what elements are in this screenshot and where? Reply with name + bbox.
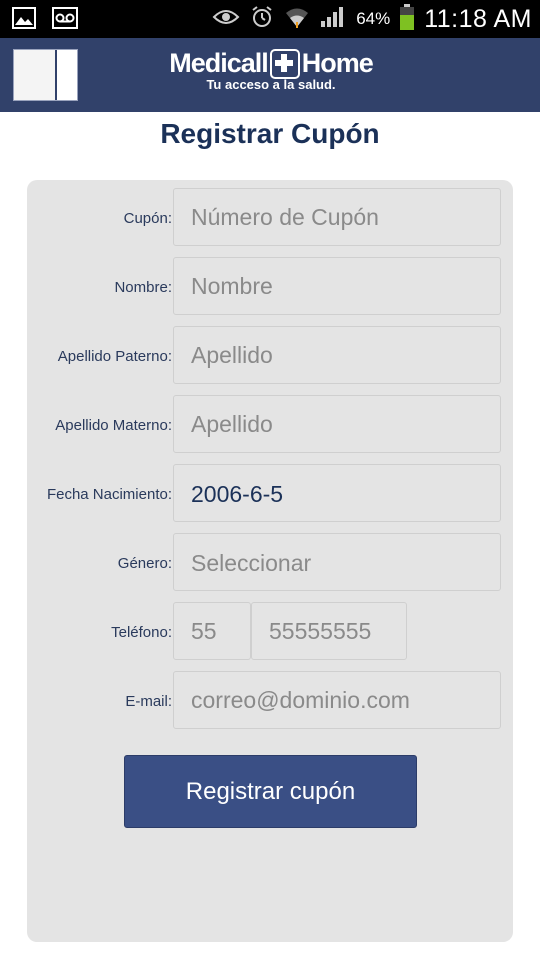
voicemail-icon xyxy=(52,7,78,34)
gender-select[interactable]: Seleccionar xyxy=(173,533,501,591)
status-bar: 64% 11:18 AM xyxy=(0,0,540,38)
coupon-form: Cupón: Nombre: Apellido Paterno: Apellid… xyxy=(27,180,513,942)
battery-percent: 64% xyxy=(356,9,391,28)
medical-cross-icon xyxy=(269,48,300,79)
signal-icon xyxy=(320,5,346,34)
email-label: E-mail: xyxy=(125,693,172,710)
phone-row: Teléfono: xyxy=(27,602,513,664)
phone-number-input[interactable] xyxy=(251,602,407,660)
medicall-home-logo: Medicall Home Tu acceso a la salud. xyxy=(160,48,382,104)
paternal-surname-input[interactable] xyxy=(173,326,501,384)
clock: 11:18 AM xyxy=(424,4,532,33)
email-input[interactable] xyxy=(173,671,501,729)
birth-date-picker[interactable]: 2006-6-5 xyxy=(173,464,501,522)
maternal-surname-row: Apellido Materno: xyxy=(27,395,513,457)
eye-icon xyxy=(212,7,240,32)
gender-label: Género: xyxy=(117,555,172,572)
coupon-input[interactable] xyxy=(173,188,501,246)
logo-text-right: Home xyxy=(301,48,374,78)
first-name-row: Nombre: xyxy=(27,257,513,319)
coupon-row: Cupón: xyxy=(27,188,513,250)
gallery-notification-icon xyxy=(12,7,36,34)
app-header: Medicall Home Tu acceso a la salud. xyxy=(0,38,540,112)
paternal-surname-row: Apellido Paterno: xyxy=(27,326,513,388)
logo-text-left: Medicall xyxy=(169,48,269,78)
logo-tagline: Tu acceso a la salud. xyxy=(206,77,336,92)
gender-row: Género: Seleccionar xyxy=(27,533,513,595)
first-name-label: Nombre: xyxy=(114,279,172,296)
menu-icon xyxy=(55,50,77,100)
phone-label: Teléfono: xyxy=(111,624,172,641)
wifi-icon xyxy=(284,5,310,34)
email-row: E-mail: xyxy=(27,671,513,733)
first-name-input[interactable] xyxy=(173,257,501,315)
birth-date-label: Fecha Nacimiento: xyxy=(46,486,172,503)
menu-button[interactable] xyxy=(13,49,78,101)
page-title: Registrar Cupón xyxy=(160,118,380,149)
maternal-surname-input[interactable] xyxy=(173,395,501,453)
battery-icon xyxy=(400,3,415,35)
maternal-surname-label: Apellido Materno: xyxy=(55,417,172,434)
paternal-surname-label: Apellido Paterno: xyxy=(57,348,172,365)
register-coupon-button[interactable]: Registrar cupón xyxy=(124,755,417,828)
coupon-label: Cupón: xyxy=(123,210,172,227)
birth-date-row: Fecha Nacimiento: 2006-6-5 xyxy=(27,464,513,526)
alarm-icon xyxy=(250,5,274,34)
phone-area-code-input[interactable] xyxy=(173,602,251,660)
